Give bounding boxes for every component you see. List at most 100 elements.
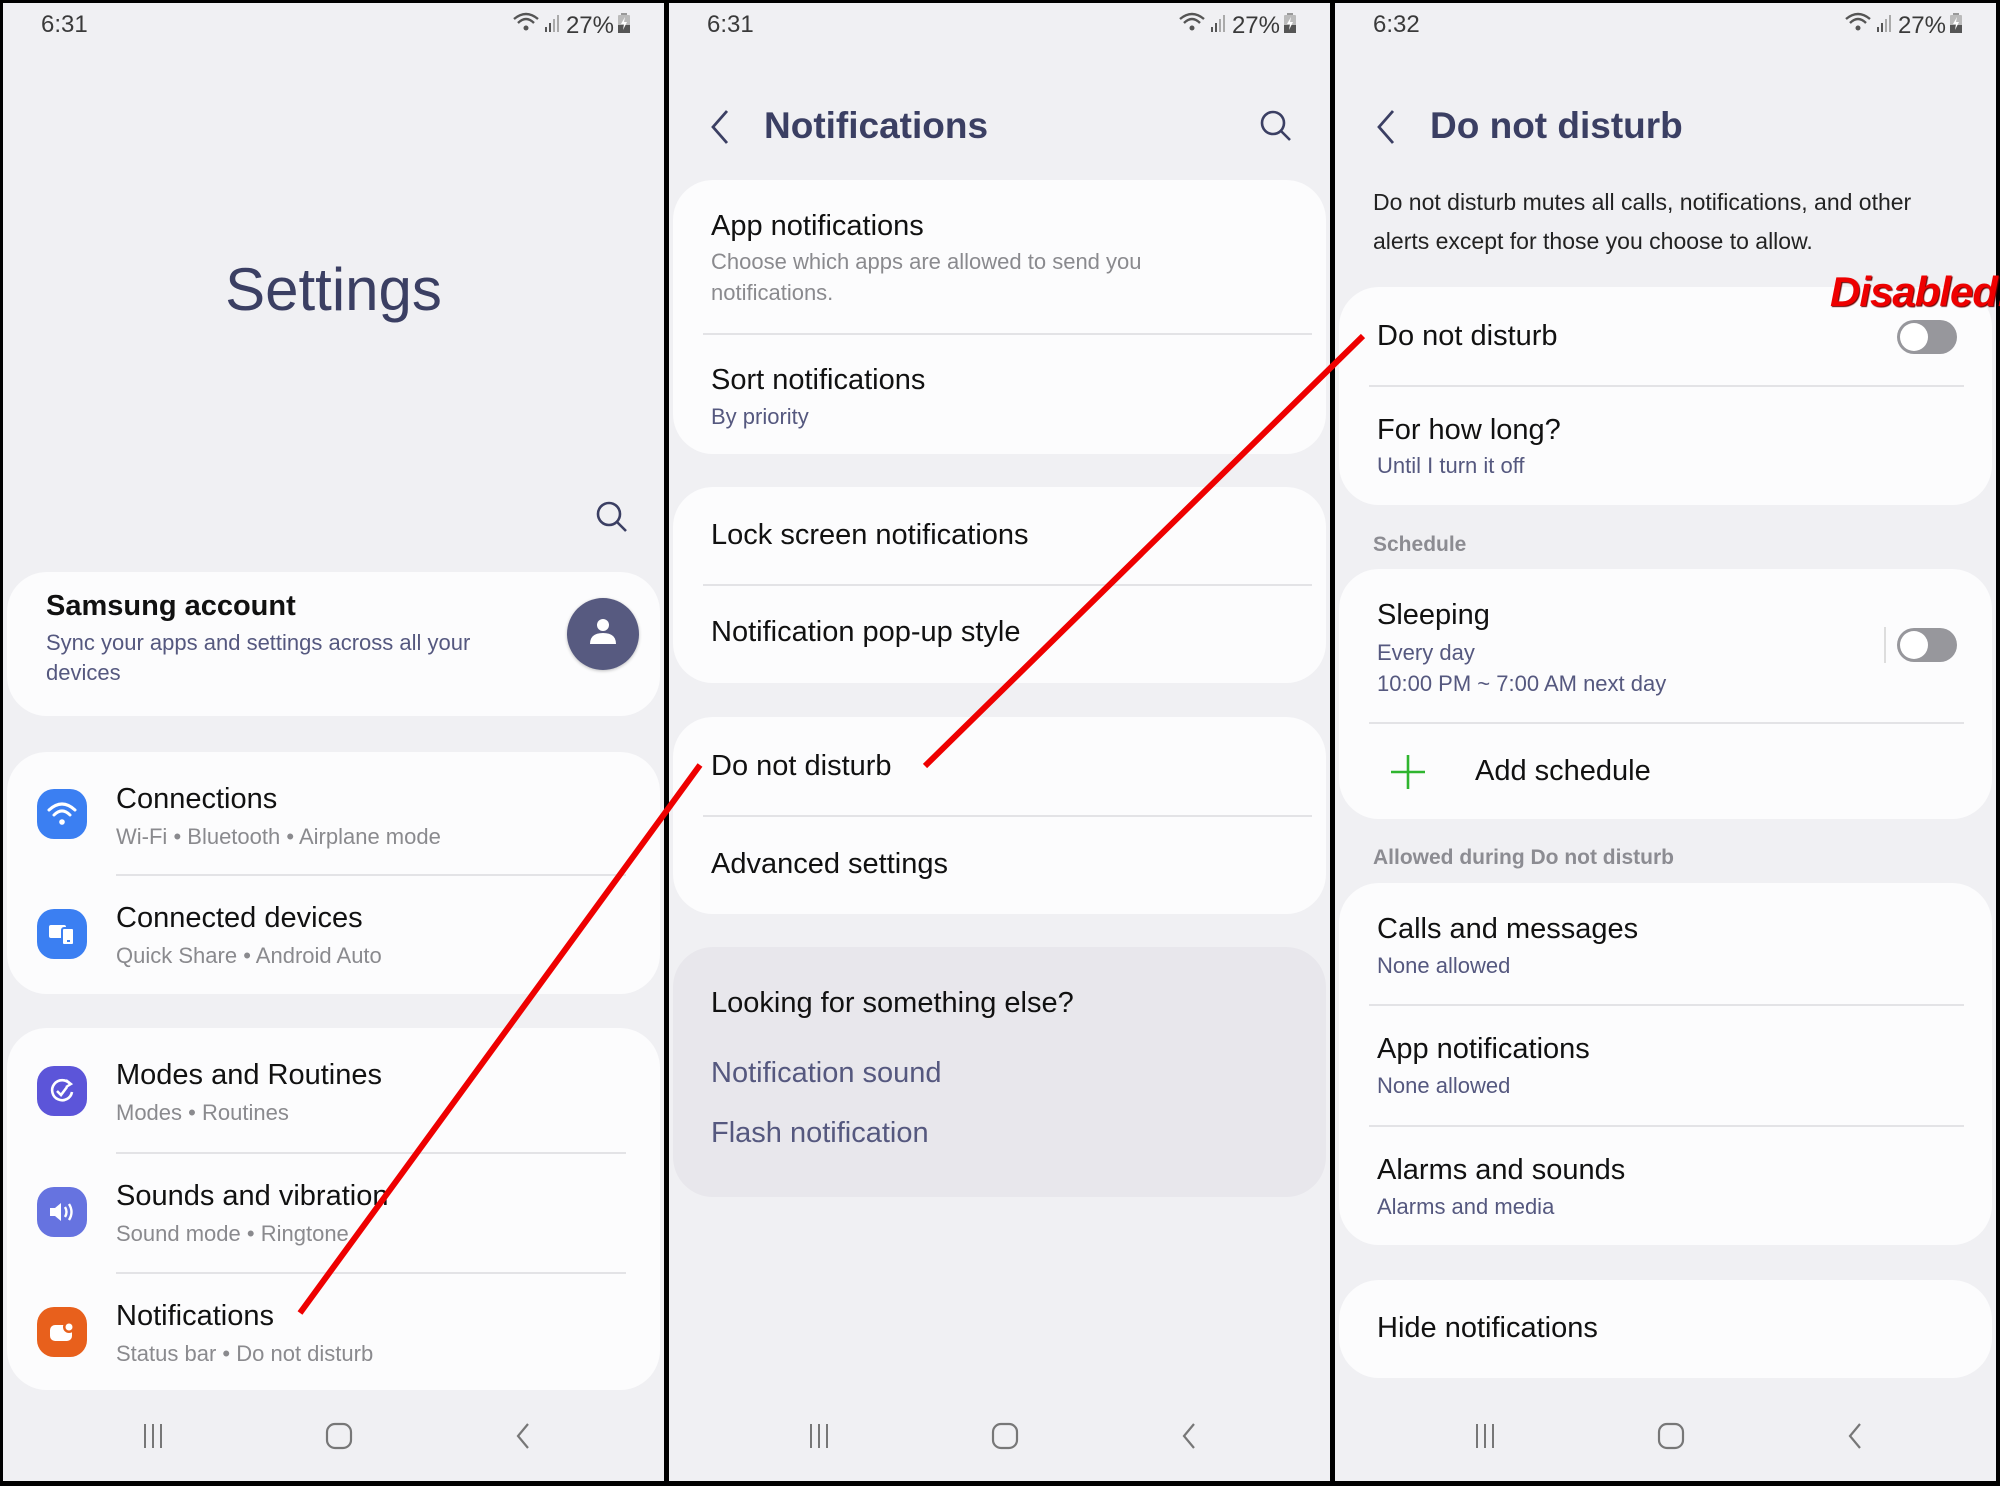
home-icon [1657, 1422, 1685, 1450]
back-button[interactable] [707, 107, 737, 147]
signal-icon [1876, 12, 1894, 40]
settings-item-modes-routines[interactable]: Modes and Routines Modes • Routines [7, 1028, 660, 1152]
schedule-card: Sleeping Every day 10:00 PM ~ 7:00 AM ne… [1339, 569, 1992, 819]
recent-apps-button[interactable] [1465, 1419, 1505, 1453]
item-label: Notification pop-up style [711, 616, 1021, 648]
item-label: Calls and messages [1377, 913, 1639, 945]
back-nav-icon [1848, 1423, 1861, 1449]
search-button[interactable] [595, 500, 631, 536]
settings-item-sounds[interactable]: Sounds and vibration Sound mode • Ringto… [7, 1153, 660, 1273]
sub-part: Airplane mode [298, 824, 441, 849]
wifi-status-icon [1844, 11, 1872, 40]
item-sub: Sound mode • Ringtone [116, 1221, 349, 1247]
sub-part: Do not disturb [236, 1341, 374, 1366]
app-notifications-allowed-item[interactable]: App notifications None allowed [1339, 1005, 1992, 1125]
allowed-section-label: Allowed during Do not disturb [1373, 846, 1674, 869]
notifications-card-1: App notifications Choose which apps are … [673, 180, 1326, 454]
search-button[interactable] [1259, 109, 1295, 145]
notification-sound-link[interactable]: Notification sound [711, 1057, 942, 1090]
connections-card: Connections Wi-Fi • Bluetooth • Airplane… [7, 752, 660, 994]
recent-apps-button[interactable] [133, 1419, 173, 1453]
lock-screen-notifications-item[interactable]: Lock screen notifications [673, 487, 1326, 584]
item-label: Advanced settings [711, 848, 948, 880]
speaker-icon [37, 1187, 87, 1237]
calls-messages-item[interactable]: Calls and messages None allowed [1339, 883, 1992, 1004]
item-desc-2: notifications. [711, 280, 834, 305]
item-label: Do not disturb [711, 750, 892, 782]
sleeping-schedule-item[interactable]: Sleeping Every day 10:00 PM ~ 7:00 AM ne… [1339, 569, 1992, 722]
status-icons: 27% [512, 11, 630, 40]
battery-percent: 27% [1231, 11, 1280, 39]
item-label: Modes and Routines [116, 1059, 382, 1091]
item-sub: Status bar • Do not disturb [116, 1341, 373, 1367]
samsung-account-card[interactable]: Samsung account Sync your apps and setti… [7, 572, 660, 716]
modes-routines-icon [37, 1066, 87, 1116]
schedule-time: 10:00 PM ~ 7:00 AM next day [1377, 671, 1667, 696]
item-label: Notifications [116, 1300, 274, 1332]
sub-sep: • [173, 824, 182, 849]
page-title: Notifications [764, 105, 989, 146]
sub-sep: • [246, 1221, 255, 1246]
alarms-sounds-item[interactable]: Alarms and sounds Alarms and media [1339, 1126, 1992, 1245]
item-value: Until I turn it off [1377, 453, 1525, 478]
back-nav-button[interactable] [1835, 1419, 1875, 1453]
schedule-section-label: Schedule [1373, 533, 1467, 556]
settings-item-connections[interactable]: Connections Wi-Fi • Bluetooth • Airplane… [7, 752, 660, 875]
home-button[interactable] [1651, 1419, 1691, 1453]
item-label: App notifications [711, 210, 924, 242]
battery-percent: 27% [1897, 11, 1946, 39]
account-subtitle-2: devices [46, 660, 121, 685]
app-notifications-item[interactable]: App notifications Choose which apps are … [673, 180, 1326, 333]
flash-notification-link[interactable]: Flash notification [711, 1117, 929, 1150]
item-value: By priority [711, 404, 809, 429]
status-time: 6:32 [1373, 11, 1420, 38]
dnd-toggle-switch[interactable] [1897, 320, 1957, 354]
do-not-disturb-item[interactable]: Do not disturb [673, 717, 1326, 814]
recent-apps-button[interactable] [799, 1419, 839, 1453]
desc-line: alerts except for those you choose to al… [1373, 228, 1813, 254]
desc-line: Do not disturb mutes all calls, notifica… [1373, 189, 1912, 215]
item-value: Alarms and media [1377, 1194, 1555, 1219]
item-sub: Wi-Fi • Bluetooth • Airplane mode [116, 824, 441, 850]
back-nav-button[interactable] [503, 1419, 543, 1453]
add-schedule-button[interactable]: Add schedule [1339, 723, 1992, 819]
home-button[interactable] [319, 1419, 359, 1453]
item-value: None allowed [1377, 1073, 1511, 1098]
item-label: App notifications [1377, 1033, 1590, 1065]
item-label: Do not disturb [1377, 320, 1558, 352]
home-button[interactable] [985, 1419, 1025, 1453]
item-label: Lock screen notifications [711, 519, 1029, 551]
status-icons: 27% [1178, 11, 1296, 40]
item-label: Connections [116, 783, 278, 815]
sub-sep: • [243, 943, 251, 968]
popup-style-item[interactable]: Notification pop-up style [673, 585, 1326, 683]
item-label: Add schedule [1475, 755, 1651, 787]
signal-icon [544, 12, 562, 40]
back-button[interactable] [1373, 107, 1403, 147]
home-icon [991, 1422, 1019, 1450]
recent-apps-icon [1476, 1424, 1494, 1448]
back-arrow-icon [1377, 110, 1395, 144]
item-label: For how long? [1377, 414, 1561, 446]
how-long-item[interactable]: For how long? Until I turn it off [1339, 386, 1992, 505]
notification-icon [37, 1307, 87, 1357]
battery-percent: 27% [565, 11, 614, 39]
avatar[interactable] [567, 598, 639, 670]
back-nav-button[interactable] [1169, 1419, 1209, 1453]
settings-item-notifications[interactable]: Notifications Status bar • Do not distur… [7, 1273, 660, 1390]
item-value: None allowed [1377, 953, 1511, 978]
connected-devices-icon [37, 909, 87, 959]
settings-item-connected-devices[interactable]: Connected devices Quick Share • Android … [7, 875, 660, 994]
advanced-settings-item[interactable]: Advanced settings [673, 816, 1326, 914]
item-desc: Choose which apps are allowed to send yo… [711, 249, 1142, 274]
notifications-screen: 6:31 27% Notifications App notifications… [669, 3, 1330, 1481]
back-nav-icon [1182, 1423, 1195, 1449]
sub-sep: • [286, 824, 295, 849]
sub-sep: • [222, 1341, 231, 1366]
do-not-disturb-screen: 6:32 27% Do not disturb Do not disturb m… [1335, 3, 1996, 1481]
disabled-annotation: Disabled! [1830, 268, 2000, 315]
sort-notifications-item[interactable]: Sort notifications By priority [673, 334, 1326, 454]
sleeping-toggle-switch[interactable] [1897, 628, 1957, 662]
notifications-card-3: Do not disturb Advanced settings [673, 717, 1326, 914]
hide-notifications-card[interactable]: Hide notifications [1339, 1280, 1992, 1378]
